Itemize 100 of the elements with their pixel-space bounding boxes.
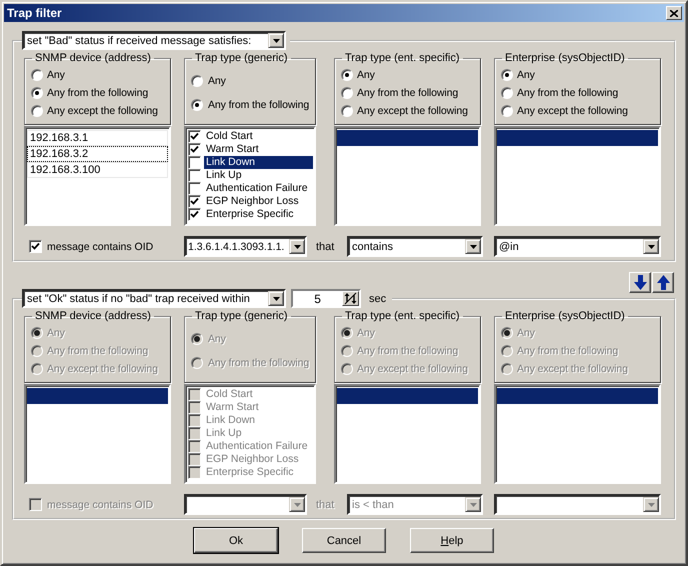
option-label: Any	[208, 332, 226, 344]
oid-dropdown[interactable]: 1.3.6.1.4.1.3093.1.1.	[184, 236, 307, 257]
operator-dropdown[interactable]: contains	[347, 236, 483, 257]
value-dropdown[interactable]	[494, 494, 661, 515]
list-item[interactable]: Warm Start	[204, 143, 313, 156]
caret-icon	[648, 244, 654, 248]
radio-button[interactable]	[341, 86, 353, 98]
dropdown-button[interactable]	[465, 497, 481, 512]
caret-icon	[294, 244, 300, 248]
group-title: Enterprise (sysObjectID)	[504, 52, 626, 64]
oid-dropdown[interactable]	[184, 494, 307, 515]
radio-button[interactable]	[191, 74, 203, 86]
list-box[interactable]	[334, 126, 481, 226]
checkbox[interactable]	[188, 195, 201, 208]
group-title: Trap type (ent. specific)	[344, 310, 461, 322]
list-box[interactable]	[494, 126, 661, 226]
checkbox[interactable]	[188, 182, 201, 195]
up-arrow-icon	[656, 275, 670, 290]
checkmark-icon	[31, 242, 40, 251]
list-item[interactable]: 192.168.3.100	[27, 162, 168, 178]
checkbox[interactable]	[188, 169, 201, 182]
window-title: Trap filter	[7, 6, 62, 20]
option-label: Any from the following	[517, 86, 618, 98]
option-label: Any except the following	[357, 362, 468, 374]
radio-button[interactable]	[341, 68, 353, 80]
value-dropdown[interactable]: @in	[494, 236, 661, 257]
option-label: Any	[208, 74, 226, 86]
caret-icon	[470, 244, 476, 248]
caret-icon	[294, 502, 300, 506]
option-label: Any from the following	[357, 86, 458, 98]
radio-button[interactable]	[31, 68, 43, 80]
option-label: Any except the following	[47, 362, 158, 374]
dialog-button[interactable]: Help	[410, 528, 494, 553]
option-label: Any from the following	[517, 344, 618, 356]
radio-button[interactable]	[31, 86, 43, 98]
group-title: Trap type (generic)	[194, 310, 289, 322]
checkbox[interactable]	[188, 156, 201, 169]
caret-icon	[648, 502, 654, 506]
dialog-button[interactable]: Ok	[194, 528, 278, 553]
list-box[interactable]	[334, 384, 481, 484]
option-label: Any except the following	[517, 104, 628, 116]
caret-icon	[470, 502, 476, 506]
spin-button[interactable]	[342, 291, 359, 306]
conjunction-label: that	[316, 498, 334, 510]
conjunction-label: that	[316, 240, 334, 252]
dropdown-button[interactable]	[289, 239, 305, 254]
list-box[interactable]: 192.168.3.1 192.168.3.2 192.168.3.100	[24, 126, 171, 226]
radio-button[interactable]	[341, 104, 353, 116]
group-title: SNMP device (address)	[34, 52, 152, 64]
list-item[interactable]: 192.168.3.1	[27, 130, 168, 146]
list-item[interactable]: Cold Start	[204, 130, 313, 143]
list-item[interactable]: Link Down	[204, 156, 313, 169]
list-item[interactable]: Link Up	[204, 169, 313, 182]
checkbox-label: message contains OID	[47, 240, 154, 252]
radio-button[interactable]	[501, 86, 513, 98]
move-up-button[interactable]	[652, 272, 674, 293]
option-label: Any except the following	[47, 104, 158, 116]
option-label: Any except the following	[357, 104, 468, 116]
list-box[interactable]: Cold Start Warm Start Link Down Link Up Authentication Failure EGP Neighbor Loss Enterprise Specific	[184, 126, 316, 226]
dropdown-button[interactable]	[289, 497, 305, 512]
list-item[interactable]: Authentication Failure	[204, 182, 313, 195]
checkbox[interactable]	[188, 143, 201, 156]
group-title: Enterprise (sysObjectID)	[504, 310, 626, 322]
radio-button[interactable]	[31, 104, 43, 116]
checkbox[interactable]	[188, 130, 201, 143]
group-title: SNMP device (address)	[34, 310, 152, 322]
radio-button[interactable]	[501, 104, 513, 116]
dropdown-button[interactable]	[465, 239, 481, 254]
dropdown-button[interactable]	[643, 239, 659, 254]
option-label: Any from the following	[47, 344, 148, 356]
caret-icon	[272, 38, 280, 42]
option-label: Any from the following	[357, 344, 458, 356]
option-label: Any	[357, 326, 375, 338]
option-label: Any	[47, 68, 65, 80]
dialog-button[interactable]: Cancel	[302, 528, 386, 553]
dropdown-button[interactable]	[268, 33, 284, 48]
list-item[interactable]: Enterprise Specific	[204, 208, 313, 221]
timeout-field[interactable]: 5	[291, 289, 361, 308]
dropdown-button[interactable]	[268, 291, 284, 306]
option-label: Any from the following	[208, 356, 310, 368]
list-box[interactable]	[24, 384, 171, 484]
checkbox-label: message contains OID	[47, 498, 154, 510]
group-title: Trap type (ent. specific)	[344, 52, 461, 64]
checkbox[interactable]	[29, 240, 42, 253]
dropdown-button[interactable]	[643, 497, 659, 512]
caret-icon	[272, 296, 280, 300]
close-icon	[670, 10, 678, 16]
condition-dropdown[interactable]: set "Bad" status if received message satisfies:	[22, 31, 286, 50]
condition-dropdown[interactable]: set "Ok" status if no "bad" trap received within	[22, 289, 286, 308]
group-title: Trap type (generic)	[194, 52, 289, 64]
move-down-button[interactable]	[629, 272, 651, 293]
option-label: Any	[517, 326, 535, 338]
close-button[interactable]	[666, 6, 682, 20]
list-item[interactable]: EGP Neighbor Loss	[204, 195, 313, 208]
option-label: Any	[357, 68, 375, 80]
radio-button[interactable]	[191, 98, 203, 110]
list-item[interactable]: 192.168.3.2	[27, 146, 168, 162]
radio-button[interactable]	[501, 68, 513, 80]
list-box[interactable]	[494, 384, 661, 484]
option-label: Any from the following	[208, 98, 310, 110]
